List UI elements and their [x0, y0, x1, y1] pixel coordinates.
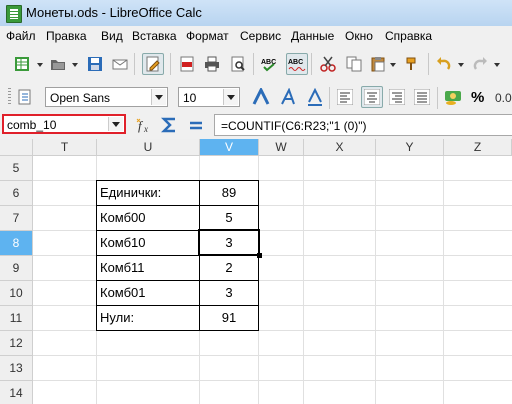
cell-u8[interactable]: Комб10: [97, 231, 199, 255]
formula-text: =COUNTIF(C6:R23;"1 (0)"): [221, 119, 367, 133]
menu-edit[interactable]: Правка: [46, 29, 87, 43]
column-header-y[interactable]: Y: [376, 139, 444, 156]
equals-icon[interactable]: [186, 115, 206, 135]
formula-input[interactable]: =COUNTIF(C6:R23;"1 (0)"): [214, 114, 512, 136]
chevron-down-icon[interactable]: [151, 89, 166, 105]
justify-icon[interactable]: [412, 87, 432, 107]
spreadsheet-grid[interactable]: T U V W X Y Z 5 6 7 8 9 10 11 12 13 14 Е…: [0, 139, 512, 404]
open-icon[interactable]: [48, 54, 68, 74]
underline-icon[interactable]: [305, 87, 325, 107]
menu-insert[interactable]: Вставка: [132, 29, 177, 43]
align-left-icon[interactable]: [335, 87, 355, 107]
print-icon[interactable]: [202, 54, 222, 74]
font-size-combo[interactable]: 10: [178, 87, 240, 107]
font-size-value: 10: [183, 91, 197, 105]
column-header-v[interactable]: V: [200, 139, 259, 156]
currency-icon[interactable]: [443, 87, 463, 107]
formula-bar: comb_10 fx =COUNTIF(C6:R23;"1 (0)"): [0, 112, 512, 138]
row-header-7[interactable]: 7: [0, 206, 33, 231]
styles-icon[interactable]: [14, 87, 34, 107]
chevron-down-icon[interactable]: [108, 117, 123, 131]
menu-view[interactable]: Вид: [101, 29, 123, 43]
undo-dropdown-icon[interactable]: [458, 63, 464, 67]
toolbar-grip: [8, 88, 11, 104]
cut-icon[interactable]: [318, 54, 338, 74]
new-dropdown-icon[interactable]: [37, 63, 43, 67]
cell-v10[interactable]: 3: [200, 281, 258, 305]
number-format-icon[interactable]: 0.0: [494, 87, 512, 107]
clone-formatting-icon[interactable]: [402, 54, 422, 74]
align-right-icon[interactable]: [387, 87, 407, 107]
svg-text:x: x: [143, 124, 148, 134]
column-header-z[interactable]: Z: [444, 139, 512, 156]
window-title: Монеты.ods - LibreOffice Calc: [26, 5, 202, 20]
redo-icon[interactable]: [470, 54, 490, 74]
open-dropdown-icon[interactable]: [72, 63, 78, 67]
fill-handle[interactable]: [257, 253, 262, 258]
menu-format[interactable]: Формат: [186, 29, 229, 43]
column-header-u[interactable]: U: [97, 139, 200, 156]
font-name-combo[interactable]: Open Sans: [45, 87, 168, 107]
menu-help[interactable]: Справка: [385, 29, 432, 43]
name-box[interactable]: comb_10: [2, 114, 126, 134]
menu-tools[interactable]: Сервис: [240, 29, 281, 43]
formatting-toolbar: Open Sans 10 % 0.0: [0, 82, 512, 112]
menu-window[interactable]: Окно: [345, 29, 373, 43]
function-wizard-icon[interactable]: fx: [136, 115, 156, 135]
cell-u10[interactable]: Комб01: [97, 281, 199, 305]
row-header-6[interactable]: 6: [0, 181, 33, 206]
copy-icon[interactable]: [344, 54, 364, 74]
menu-bar: Файл Правка Вид Вставка Формат Сервис Да…: [0, 26, 512, 46]
column-header-x[interactable]: X: [304, 139, 376, 156]
paste-dropdown-icon[interactable]: [390, 63, 396, 67]
chevron-down-icon[interactable]: [223, 89, 238, 105]
cell-v9[interactable]: 2: [200, 256, 258, 280]
italic-icon[interactable]: [278, 87, 298, 107]
row-header-13[interactable]: 13: [0, 356, 33, 381]
row-header-10[interactable]: 10: [0, 281, 33, 306]
row-header-14[interactable]: 14: [0, 381, 33, 404]
row-header-5[interactable]: 5: [0, 156, 33, 181]
cell-u9[interactable]: Комб11: [97, 256, 199, 280]
svg-text:ABC: ABC: [288, 59, 303, 66]
svg-text:0.0: 0.0: [495, 91, 512, 105]
row-header-11[interactable]: 11: [0, 306, 33, 331]
save-icon[interactable]: [85, 54, 105, 74]
autospellcheck-icon[interactable]: ABC: [286, 53, 308, 75]
active-cell-cursor: [198, 229, 260, 256]
sum-icon[interactable]: [160, 115, 180, 135]
title-bar: Монеты.ods - LibreOffice Calc: [0, 0, 512, 26]
redo-dropdown-icon[interactable]: [494, 63, 500, 67]
font-name-value: Open Sans: [50, 91, 111, 105]
percent-icon[interactable]: %: [469, 87, 489, 107]
edit-mode-icon[interactable]: [142, 53, 164, 75]
paste-icon[interactable]: [368, 54, 388, 74]
bold-icon[interactable]: [251, 87, 271, 107]
export-pdf-icon[interactable]: [177, 54, 197, 74]
menu-file[interactable]: Файл: [6, 29, 36, 43]
name-box-value: comb_10: [7, 118, 57, 132]
print-preview-icon[interactable]: [228, 54, 248, 74]
cell-u6[interactable]: Единички:: [97, 181, 199, 205]
row-header-9[interactable]: 9: [0, 256, 33, 281]
calc-app-icon: [6, 5, 22, 23]
new-document-icon[interactable]: [12, 54, 32, 74]
email-icon[interactable]: [110, 54, 130, 74]
cell-u7[interactable]: Комб00: [97, 206, 199, 230]
cell-u11[interactable]: Нули:: [97, 306, 199, 330]
cell-v6[interactable]: 89: [200, 181, 258, 205]
row-header-8[interactable]: 8: [0, 231, 33, 256]
column-header-w[interactable]: W: [259, 139, 304, 156]
cell-v11[interactable]: 91: [200, 306, 258, 330]
select-all-corner[interactable]: [0, 139, 33, 156]
column-header-t[interactable]: T: [33, 139, 97, 156]
spellcheck-icon[interactable]: ABC: [260, 54, 280, 74]
undo-icon[interactable]: [434, 54, 454, 74]
row-header-12[interactable]: 12: [0, 331, 33, 356]
svg-text:%: %: [471, 89, 484, 106]
menu-data[interactable]: Данные: [291, 29, 334, 43]
align-center-icon[interactable]: [361, 86, 383, 108]
standard-toolbar: ABC ABC: [0, 46, 512, 82]
cell-v7[interactable]: 5: [200, 206, 258, 230]
